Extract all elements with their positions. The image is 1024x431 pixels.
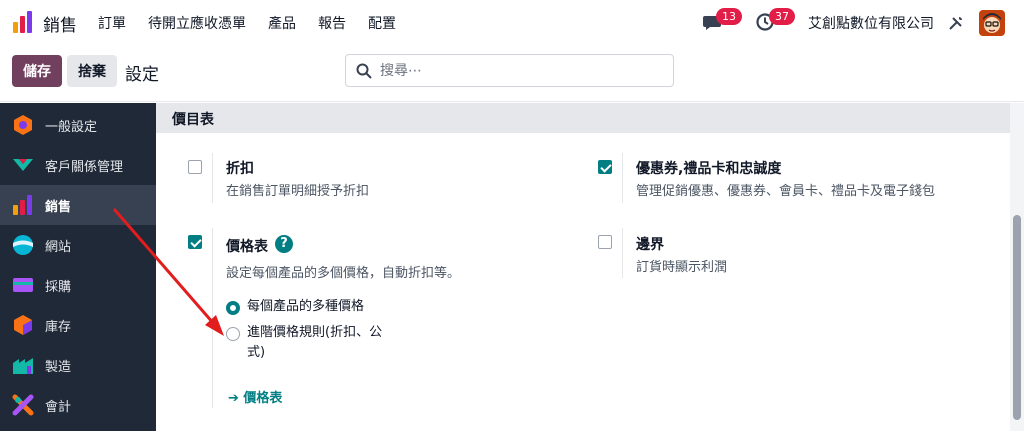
sidebar-item-general-settings[interactable]: 一般設定 (0, 105, 156, 145)
menu-item-configuration[interactable]: 配置 (368, 13, 396, 33)
coupons-checkbox[interactable] (598, 160, 612, 174)
radio-label-advanced-rules: 進階價格規則(折扣、公式) (247, 325, 383, 360)
sidebar-item-sales[interactable]: 銷售 (0, 185, 156, 225)
debug-tools-icon[interactable] (948, 15, 964, 31)
coupons-description: 管理促銷優惠、優惠券、會員卡、禮品卡及電子錢包 (636, 184, 936, 199)
sidebar-item-website[interactable]: 網站 (0, 225, 156, 265)
sidebar-item-label: 網站 (45, 239, 72, 255)
search-box[interactable] (345, 54, 674, 87)
pricelist-title: 價格表 (226, 239, 268, 255)
menu-item-products[interactable]: 產品 (268, 13, 296, 33)
purchase-icon (13, 278, 33, 292)
margins-checkbox[interactable] (598, 235, 612, 249)
page-title: 設定 (125, 65, 159, 85)
divider (622, 228, 623, 278)
main-menu: 訂單 待開立應收憑單 產品 報告 配置 (98, 13, 418, 33)
inventory-icon (14, 315, 32, 335)
discard-button[interactable]: 捨棄 (67, 55, 117, 87)
settings-sidebar: 一般設定 客戶關係管理 銷售 網站 採購 庫存 製造 會計 (0, 103, 156, 431)
user-avatar[interactable] (979, 10, 1005, 36)
help-icon[interactable]: ? (275, 235, 293, 253)
menu-item-orders[interactable]: 訂單 (98, 13, 126, 33)
discount-description: 在銷售訂單明細授予折扣 (226, 184, 370, 199)
pricelist-description: 設定每個產品的多個價格，自動折扣等。 (226, 266, 461, 281)
sidebar-item-label: 一般設定 (45, 119, 98, 135)
sidebar-item-label: 庫存 (45, 319, 72, 335)
margins-title: 邊界 (636, 237, 664, 253)
sidebar-item-label: 銷售 (45, 199, 72, 215)
pricelist-link[interactable]: ➔ 價格表 (228, 387, 282, 406)
pricelist-checkbox[interactable] (188, 235, 202, 249)
sales-app-icon[interactable] (12, 10, 34, 34)
save-button[interactable]: 儲存 (12, 55, 62, 87)
control-panel: 儲存 捨棄 設定 (0, 46, 1024, 102)
discount-checkbox[interactable] (188, 160, 202, 174)
menu-item-to-invoice[interactable]: 待開立應收憑單 (148, 13, 246, 33)
settings-content: 價目表 折扣 在銷售訂單明細授予折扣 優惠券,禮品卡和忠誠度 管理促銷優惠、優惠… (156, 103, 1010, 431)
search-icon (356, 63, 372, 79)
search-input[interactable] (380, 62, 660, 79)
discount-title: 折扣 (226, 161, 254, 177)
radio-label-multiple-prices: 每個產品的多種價格 (247, 299, 365, 314)
radio-multiple-prices[interactable] (226, 301, 240, 315)
sidebar-item-label: 採購 (45, 279, 72, 295)
sidebar-item-crm[interactable]: 客戶關係管理 (0, 145, 156, 185)
sidebar-item-label: 製造 (45, 359, 72, 375)
general-settings-icon (14, 115, 32, 135)
sales-icon (13, 195, 32, 215)
pricelist-link-label: 價格表 (243, 391, 283, 406)
manufacturing-icon (13, 358, 33, 374)
messages-count-badge: 13 (716, 8, 742, 25)
sidebar-item-manufacturing[interactable]: 製造 (0, 345, 156, 385)
sidebar-item-accounting[interactable]: 會計 (0, 385, 156, 425)
sidebar-item-inventory[interactable]: 庫存 (0, 305, 156, 345)
sidebar-item-purchase[interactable]: 採購 (0, 265, 156, 305)
top-navbar: 銷售 訂單 待開立應收憑單 產品 報告 配置 13 37 艾創點數位有限公司 (0, 0, 1024, 46)
scrollbar-thumb[interactable] (1013, 215, 1021, 420)
accounting-icon (12, 394, 34, 416)
website-icon (13, 235, 33, 255)
divider (212, 153, 213, 203)
divider (622, 153, 623, 203)
company-switcher[interactable]: 艾創點數位有限公司 (808, 13, 934, 33)
divider (212, 228, 213, 408)
margins-description: 訂貨時顯示利潤 (636, 260, 728, 275)
radio-advanced-rules[interactable] (226, 327, 240, 341)
app-name[interactable]: 銷售 (43, 11, 77, 36)
section-title: 價目表 (172, 112, 214, 128)
sidebar-item-label: 客戶關係管理 (45, 159, 124, 175)
activities-count-badge: 37 (769, 8, 795, 25)
section-header: 價目表 (156, 103, 1010, 133)
sidebar-item-label: 會計 (45, 399, 72, 415)
coupons-title: 優惠券,禮品卡和忠誠度 (636, 161, 782, 177)
menu-item-reporting[interactable]: 報告 (318, 13, 346, 33)
crm-icon (13, 159, 33, 171)
